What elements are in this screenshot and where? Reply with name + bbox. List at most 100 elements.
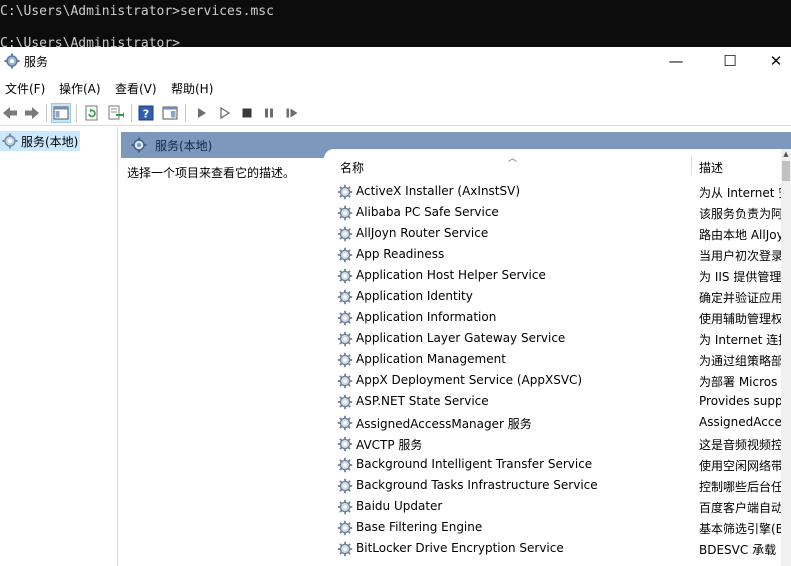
column-header-name[interactable]: 名称	[340, 159, 364, 176]
tree-item-label: 服务(本地)	[21, 134, 79, 149]
service-description: AssignedAcce	[699, 415, 781, 429]
service-name: AppX Deployment Service (AppXSVC)	[356, 373, 583, 387]
toolbar-separator	[131, 104, 132, 122]
menu-file[interactable]: 文件(F)	[5, 80, 45, 97]
services-gear-icon	[131, 137, 147, 153]
service-description: 为部署 Micros	[699, 375, 778, 389]
service-description: 基本筛选引擎(B	[699, 522, 781, 536]
service-row[interactable]: AllJoyn Router Service 路由本地 AllJoy	[324, 223, 781, 244]
service-row[interactable]: ASP.NET State Service Provides supp	[324, 391, 781, 412]
resume-service-icon[interactable]	[282, 103, 302, 123]
service-gear-icon	[337, 289, 353, 305]
scroll-thumb[interactable]	[782, 161, 790, 181]
service-row[interactable]: Application Host Helper Service 为 IIS 提供管…	[324, 265, 781, 286]
menu-bar: 文件(F) 操作(A) 查看(V) 帮助(H)	[0, 77, 791, 99]
column-headers: ︿ 名称 描述	[324, 149, 791, 175]
vertical-scrollbar[interactable]: ▲	[781, 149, 791, 566]
service-row[interactable]: Background Tasks Infrastructure Service 控…	[324, 475, 781, 496]
service-gear-icon	[337, 499, 353, 515]
toolbar: ?	[0, 100, 791, 126]
pause-service-icon[interactable]	[259, 103, 279, 123]
help-icon[interactable]: ?	[136, 103, 156, 123]
services-gear-icon	[4, 53, 20, 69]
service-description: Provides supp	[699, 394, 781, 408]
service-row[interactable]: AssignedAccessManager 服务 AssignedAcce	[324, 412, 781, 433]
service-gear-icon	[337, 373, 353, 389]
tree-item-services-local[interactable]: 服务(本地)	[0, 131, 80, 151]
service-gear-icon	[337, 310, 353, 326]
services-list: ︿ 名称 描述 ActiveX Installer (AxInstSV) 为从 I…	[324, 149, 791, 566]
window-title: 服务	[24, 55, 49, 69]
service-row[interactable]: Alibaba PC Safe Service 该服务负责为阿	[324, 202, 781, 223]
service-row[interactable]: BitLocker Drive Encryption Service BDESVC…	[324, 538, 781, 559]
services-window: 服务 — ☐ ✕ 文件(F) 操作(A) 查看(V) 帮助(H) ? 服务(本地…	[0, 47, 791, 566]
toolbar-separator	[46, 104, 47, 122]
service-description: 控制哪些后台任	[699, 480, 781, 494]
service-description: 为 Internet 连接	[699, 333, 781, 347]
service-name: Application Information	[356, 310, 497, 324]
service-name: Base Filtering Engine	[356, 520, 483, 534]
service-description: 当用户初次登录	[699, 249, 781, 263]
description-prompt: 选择一个项目来查看它的描述。	[127, 166, 296, 180]
service-name: Alibaba PC Safe Service	[356, 205, 499, 219]
service-description: 该服务负责为阿	[699, 207, 781, 221]
service-gear-icon	[337, 352, 353, 368]
svg-text:?: ?	[143, 108, 149, 121]
maximize-button[interactable]: ☐	[707, 47, 753, 75]
service-row[interactable]: App Readiness 当用户初次登录	[324, 244, 781, 265]
service-name: ASP.NET State Service	[356, 394, 489, 408]
service-description: BDESVC 承载 B	[699, 543, 781, 557]
menu-help[interactable]: 帮助(H)	[171, 80, 213, 97]
service-name: Baidu Updater	[356, 499, 443, 513]
screen: C:\Users\Administrator>services.msc C:\U…	[0, 0, 791, 566]
column-divider[interactable]	[691, 155, 692, 175]
start-service-icon[interactable]	[192, 103, 212, 123]
stop-service-icon[interactable]	[237, 103, 257, 123]
minimize-button[interactable]: —	[653, 47, 699, 75]
forward-arrow-icon[interactable]	[22, 103, 42, 123]
service-name: Application Layer Gateway Service	[356, 331, 566, 345]
service-name: AllJoyn Router Service	[356, 226, 489, 240]
description-pane: 选择一个项目来查看它的描述。	[121, 158, 324, 566]
service-gear-icon	[337, 247, 353, 263]
service-gear-icon	[337, 226, 353, 242]
console-line-prompt: C:\Users\Administrator>	[0, 36, 181, 47]
service-description: 为 IIS 提供管理	[699, 270, 781, 284]
start-service-alt-icon[interactable]	[215, 103, 235, 123]
service-row[interactable]: ActiveX Installer (AxInstSV) 为从 Internet …	[324, 181, 781, 202]
service-gear-icon	[337, 541, 353, 557]
service-description: 确定并验证应用	[699, 291, 781, 305]
content-pane: 服务(本地) 选择一个项目来查看它的描述。 ︿ 名称 描述 ActiveX In…	[121, 127, 791, 566]
column-header-description[interactable]: 描述	[699, 159, 723, 176]
menu-action[interactable]: 操作(A)	[59, 80, 101, 97]
service-gear-icon	[337, 268, 353, 284]
service-row[interactable]: Base Filtering Engine 基本筛选引擎(B	[324, 517, 781, 538]
show-hide-tree-icon[interactable]	[51, 103, 71, 123]
refresh-icon[interactable]	[82, 103, 102, 123]
service-row[interactable]: Baidu Updater 百度客户端自动	[324, 496, 781, 517]
service-gear-icon	[337, 331, 353, 347]
service-row[interactable]: Application Information 使用辅助管理权	[324, 307, 781, 328]
properties-icon[interactable]	[160, 103, 180, 123]
service-name: Background Tasks Infrastructure Service	[356, 478, 598, 492]
service-row[interactable]: AppX Deployment Service (AppXSVC) 为部署 Mic…	[324, 370, 781, 391]
service-name: BitLocker Drive Encryption Service	[356, 541, 564, 555]
content-header-title: 服务(本地)	[155, 138, 213, 153]
scroll-up-icon[interactable]: ▲	[781, 149, 791, 159]
service-description: 为通过组策略部	[699, 354, 781, 368]
service-description: 为从 Internet 安	[699, 186, 781, 200]
menu-view[interactable]: 查看(V)	[115, 80, 157, 97]
service-row[interactable]: Application Management 为通过组策略部	[324, 349, 781, 370]
service-row[interactable]: Background Intelligent Transfer Service 使…	[324, 454, 781, 475]
export-list-icon[interactable]	[106, 103, 126, 123]
service-row[interactable]: Application Layer Gateway Service 为 Inter…	[324, 328, 781, 349]
service-row[interactable]: AVCTP 服务 这是音频视频控	[324, 433, 781, 454]
service-name: AssignedAccessManager 服务	[356, 417, 532, 431]
service-name: Background Intelligent Transfer Service	[356, 457, 593, 471]
service-gear-icon	[337, 415, 353, 431]
close-button[interactable]: ✕	[753, 47, 791, 75]
back-arrow-icon[interactable]	[0, 103, 20, 123]
title-bar[interactable]: 服务 — ☐ ✕	[0, 47, 791, 75]
service-row[interactable]: Application Identity 确定并验证应用	[324, 286, 781, 307]
console-line-command: C:\Users\Administrator>services.msc	[0, 4, 274, 19]
